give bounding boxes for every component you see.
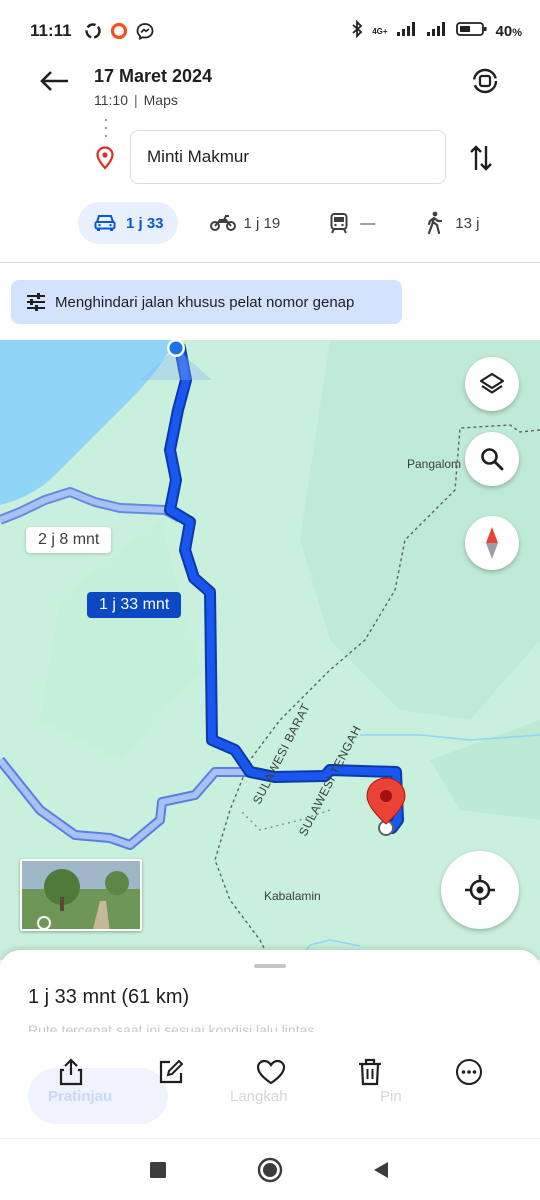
ring-icon xyxy=(108,20,130,42)
signal-icon xyxy=(396,21,418,41)
travel-modes: 1 j 33 1 j 19 — 13 j xyxy=(78,202,511,244)
trip-time: 11:10 xyxy=(94,92,128,108)
street-view-image xyxy=(22,861,140,929)
share-button[interactable] xyxy=(49,1050,93,1094)
edit-button[interactable] xyxy=(149,1050,193,1094)
place-label-pangalom: Pangalom xyxy=(407,457,462,471)
terrain-shade xyxy=(430,720,540,820)
layers-button[interactable] xyxy=(465,357,519,411)
status-bar: 11:11 4G+ 40% xyxy=(0,0,540,62)
mode-motorcycle-label: 1 j 19 xyxy=(243,214,281,232)
mode-car[interactable]: 1 j 33 xyxy=(78,202,178,244)
favorite-button[interactable] xyxy=(249,1050,293,1094)
directions-header: 17 Maret 2024 11:10 | Maps Minti Makmur 1 … xyxy=(0,62,540,262)
my-location-icon xyxy=(465,875,495,905)
tune-icon xyxy=(27,293,45,311)
more-button[interactable] xyxy=(447,1050,491,1094)
trip-date: 17 Maret 2024 xyxy=(94,66,213,86)
my-location-button[interactable] xyxy=(441,851,519,929)
search-icon xyxy=(481,448,504,471)
start-dot xyxy=(169,341,183,355)
delete-button[interactable] xyxy=(348,1050,392,1094)
back-nav-button[interactable] xyxy=(366,1155,396,1185)
home-button[interactable] xyxy=(255,1155,285,1185)
route-option-chip[interactable]: Menghindari jalan khusus pelat nomor gen… xyxy=(11,280,402,324)
main-route-time-label[interactable]: 1 j 33 mnt xyxy=(87,592,182,618)
action-bar xyxy=(0,1050,540,1094)
sea-area xyxy=(0,340,175,505)
compass-button[interactable] xyxy=(465,516,519,570)
alt-route-time-label[interactable]: 2 j 8 mnt xyxy=(26,527,112,553)
mode-transit-label: — xyxy=(360,214,376,232)
system-nav-bar xyxy=(0,1138,540,1200)
route-dots xyxy=(104,119,108,139)
route-summary: 1 j 33 mnt (61 km) xyxy=(28,986,190,1008)
layers-icon xyxy=(479,372,505,394)
share-icon xyxy=(59,1058,83,1086)
terrain-shade xyxy=(40,520,200,760)
destination-pin-icon xyxy=(94,146,116,170)
sync-icon xyxy=(82,20,104,42)
home-circle-icon xyxy=(257,1157,283,1183)
trash-icon xyxy=(359,1058,381,1086)
mode-car-label: 1 j 33 xyxy=(126,214,164,232)
map-search-button[interactable] xyxy=(465,432,519,486)
status-right: 4G+ 40% xyxy=(350,19,522,42)
mode-walk-label: 13 j xyxy=(455,214,480,232)
street-view-thumbnail[interactable] xyxy=(20,859,142,931)
maps-directions-screen: 11:11 4G+ 40% 17 Maret 2024 11:10 | Maps… xyxy=(0,0,540,1200)
messenger-icon xyxy=(134,20,156,42)
arrow-left-icon xyxy=(40,71,68,91)
walk-icon xyxy=(421,211,447,235)
trip-subtitle: 11:10 | Maps xyxy=(94,92,178,108)
mode-walk[interactable]: 13 j xyxy=(407,202,493,244)
trip-app: Maps xyxy=(143,92,178,108)
network-badge: 4G+ xyxy=(372,26,388,36)
status-time: 11:11 xyxy=(30,21,72,40)
rotate-icon xyxy=(472,68,498,94)
mode-transit[interactable]: — xyxy=(312,202,389,244)
car-icon xyxy=(92,212,118,234)
heart-icon xyxy=(256,1059,286,1085)
swap-button[interactable] xyxy=(462,138,500,178)
more-horizontal-icon xyxy=(456,1059,482,1085)
triangle-back-icon xyxy=(374,1162,388,1178)
bluetooth-icon xyxy=(350,19,364,42)
destination-text: Minti Makmur xyxy=(147,147,250,166)
back-button[interactable] xyxy=(32,64,76,98)
square-icon xyxy=(150,1162,166,1178)
rotate-button[interactable] xyxy=(464,62,506,100)
transit-icon xyxy=(326,212,352,234)
header-divider xyxy=(0,262,540,263)
route-bottom-sheet[interactable]: 1 j 33 mnt (61 km) Rute tercepat saat in… xyxy=(0,950,540,1138)
swap-vert-icon xyxy=(470,145,492,171)
route-map[interactable]: Pangalom Kabalamin SULAWESI BARAT SULAWE… xyxy=(0,340,540,960)
signal-icon xyxy=(426,21,448,41)
motorcycle-icon xyxy=(209,212,236,234)
mode-motorcycle[interactable]: 1 j 19 xyxy=(196,202,295,244)
battery-level: 40% xyxy=(495,22,522,40)
place-label-kabalamin: Kabalamin xyxy=(264,889,321,903)
route-option-label: Menghindari jalan khusus pelat nomor gen… xyxy=(55,293,355,311)
recents-button[interactable] xyxy=(143,1155,173,1185)
edit-icon xyxy=(159,1059,184,1084)
sheet-drag-handle[interactable] xyxy=(254,964,286,968)
alt-route xyxy=(0,758,248,848)
compass-icon xyxy=(486,527,498,559)
battery-icon xyxy=(455,21,488,41)
route-description: Rute tercepat saat ini sesuai kondisi la… xyxy=(28,1022,315,1032)
destination-field[interactable]: Minti Makmur xyxy=(130,130,446,184)
